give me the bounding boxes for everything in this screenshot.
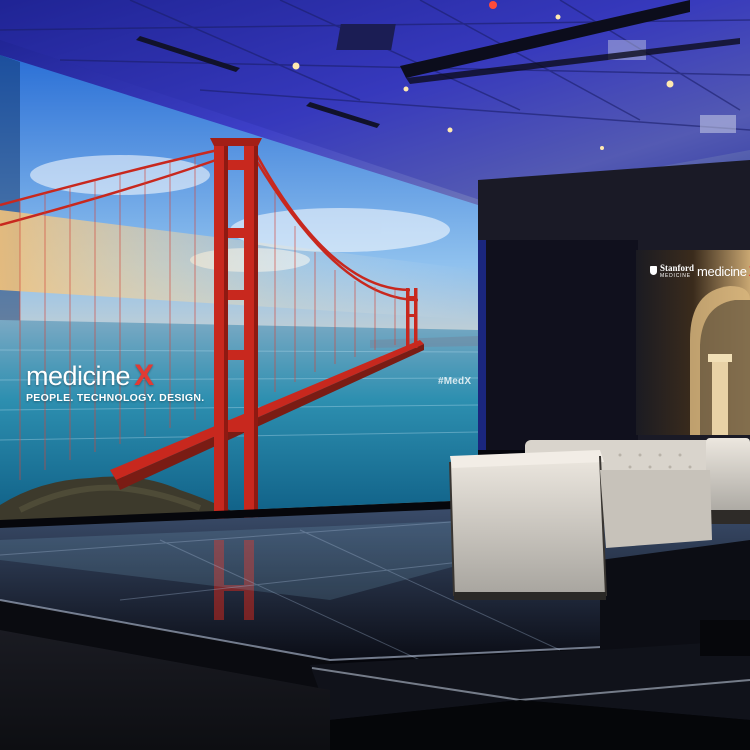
- backdrop-institution-sub: MEDICINE: [660, 273, 691, 279]
- backdrop-brand-name-row: medicineX: [697, 264, 750, 279]
- backdrop-brand-name: medicine: [697, 264, 747, 279]
- screen-brand-name: medicine: [26, 361, 131, 391]
- screen-brand-mark: X: [134, 359, 154, 392]
- screen-tagline: PEOPLE. TECHNOLOGY. DESIGN.: [26, 392, 205, 404]
- backdrop-institution: Stanford MEDICINE: [660, 263, 695, 280]
- screen-hashtag: #MedX: [438, 376, 472, 387]
- backdrop-institution-name: Stanford: [660, 263, 695, 273]
- conference-stage-photo: medicine X PEOPLE. TECHNOLOGY. DESIGN. #M…: [0, 0, 750, 750]
- screen-brand-logo: medicine X PEOPLE. TECHNOLOGY. DESIGN.: [26, 359, 205, 405]
- stanford-shield-icon: [650, 266, 657, 275]
- screen-brand-name-row: medicine X: [26, 359, 204, 392]
- backdrop-brand-logo: Stanford MEDICINE medicineX: [650, 264, 750, 279]
